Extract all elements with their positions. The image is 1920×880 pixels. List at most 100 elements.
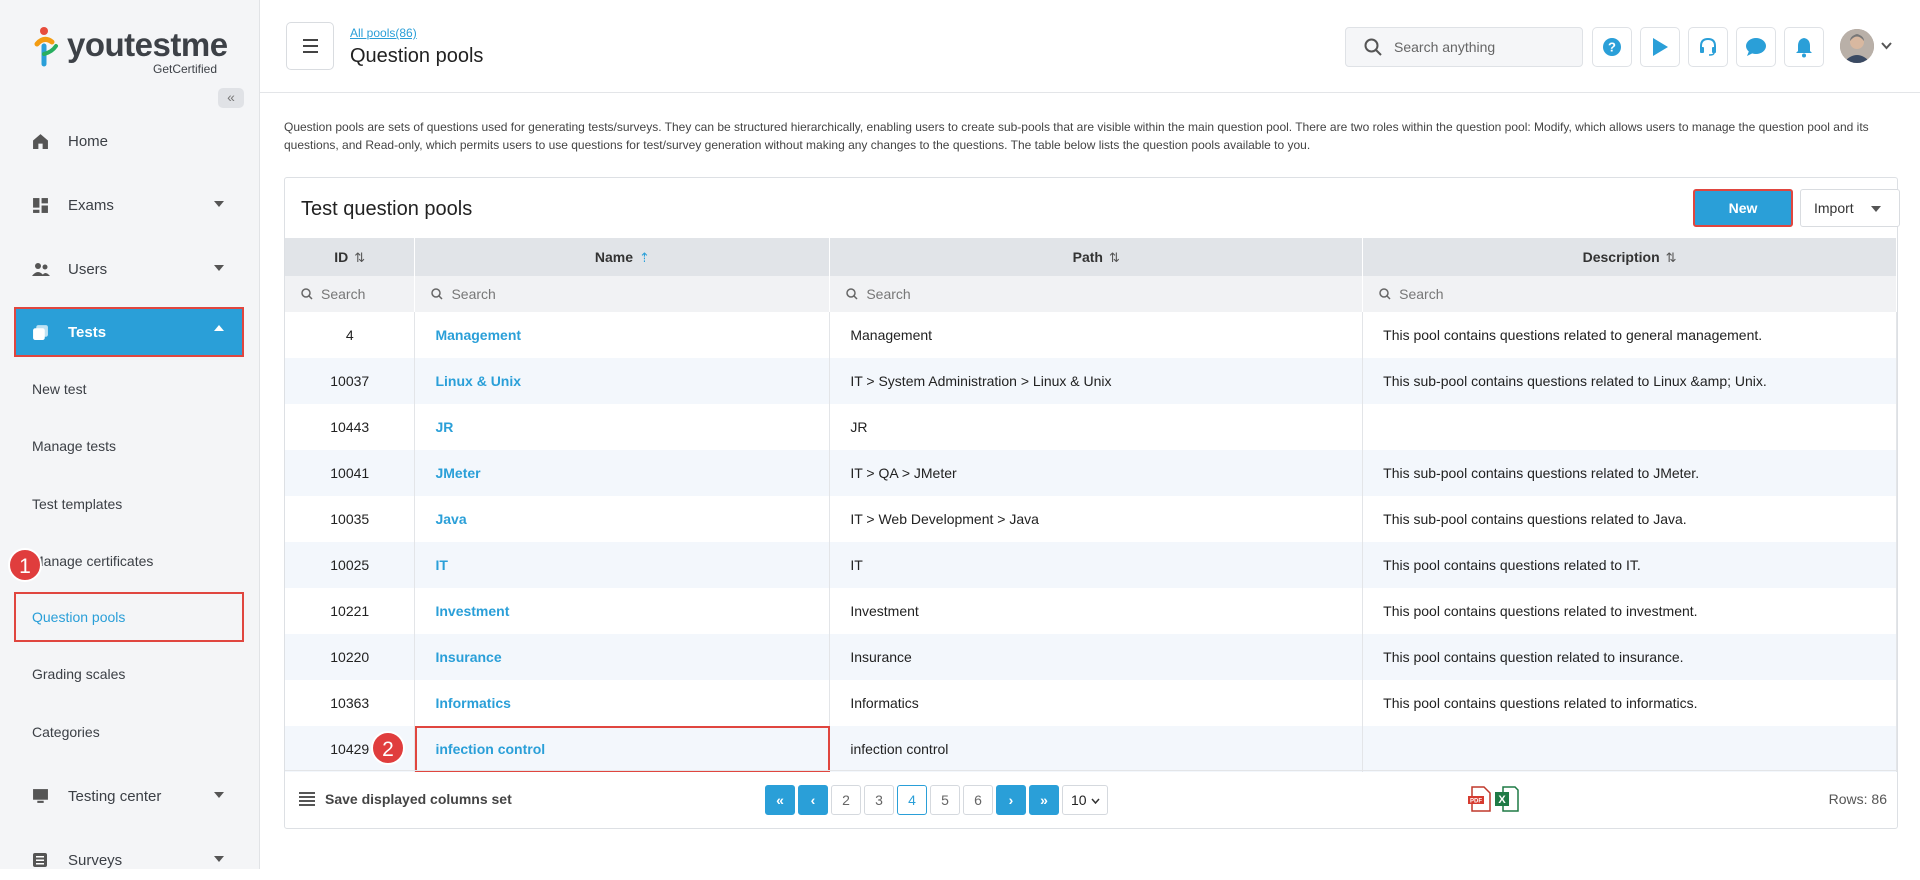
chevron-down-icon	[214, 792, 224, 798]
cell-name-link[interactable]: JMeter	[414, 450, 831, 496]
cell-path: IT > System Administration > Linux & Uni…	[829, 358, 1364, 404]
first-page-button[interactable]: «	[765, 785, 795, 815]
cell-path: Management	[829, 312, 1364, 358]
table-row: 10429 infection control infection control	[285, 726, 1897, 772]
chevron-right-icon: ›	[1008, 792, 1014, 808]
svg-text:X: X	[1498, 794, 1506, 806]
chat-button[interactable]	[1736, 27, 1776, 67]
nav-item-tests[interactable]: Tests	[14, 307, 244, 357]
save-columns-label: Save displayed columns set	[325, 791, 512, 807]
cell-name-link[interactable]: IT	[414, 542, 831, 588]
logo-subtitle: GetCertified	[153, 62, 218, 76]
breadcrumb-all-pools[interactable]: All pools(86)	[350, 26, 417, 40]
table-footer: Save displayed columns set « ‹ 2 3 4 5 6…	[285, 770, 1897, 829]
support-button[interactable]	[1688, 27, 1728, 67]
nav-item-exams[interactable]: Exams	[16, 185, 242, 225]
cell-name-link[interactable]: Insurance	[414, 634, 831, 680]
cell-name-link[interactable]: Informatics	[414, 680, 831, 726]
cell-description: This pool contains questions related to …	[1362, 312, 1897, 358]
column-header-path[interactable]: Path ⇅	[829, 238, 1364, 276]
play-tutorial-button[interactable]	[1640, 27, 1680, 67]
users-icon	[32, 262, 56, 277]
cell-id: 10035	[285, 496, 416, 542]
export-excel-button[interactable]: X	[1495, 786, 1519, 817]
table-row: 10221 Investment Investment This pool conta…	[285, 588, 1897, 634]
cell-path: Informatics	[829, 680, 1364, 726]
save-columns-set-button[interactable]: Save displayed columns set	[299, 791, 512, 807]
cell-description	[1362, 404, 1897, 450]
cell-name-link[interactable]: Management	[414, 312, 831, 358]
cell-id: 10443	[285, 404, 416, 450]
global-search-input[interactable]: Search anything	[1345, 27, 1583, 67]
next-page-button[interactable]: ›	[996, 785, 1026, 815]
nav-item-testing-center[interactable]: Testing center	[16, 776, 242, 816]
page-button[interactable]: 2	[831, 785, 861, 815]
column-header-name[interactable]: Name ⇡	[414, 238, 831, 276]
chevron-down-icon	[214, 201, 224, 207]
subnav-label: Question pools	[32, 609, 126, 625]
cell-name-link-highlighted[interactable]: infection control	[414, 726, 831, 772]
logo-mark-icon	[34, 27, 58, 67]
cell-name-link[interactable]: Linux & Unix	[414, 358, 831, 404]
import-button[interactable]: Import	[1800, 189, 1900, 227]
column-label: Description	[1582, 248, 1660, 265]
subnav-manage-tests[interactable]: Manage tests	[16, 423, 242, 469]
page-button[interactable]: 3	[864, 785, 894, 815]
page-button[interactable]: 6	[963, 785, 993, 815]
table-row: 10363 Informatics Informatics This pool con…	[285, 680, 1897, 726]
export-pdf-button[interactable]: PDF	[1468, 786, 1492, 817]
main-content: Question pools are sets of questions use…	[260, 92, 1920, 869]
column-label: Name	[594, 248, 634, 265]
collapse-sidebar-button[interactable]: «	[218, 88, 244, 108]
cell-id: 10220	[285, 634, 416, 680]
nav-item-surveys[interactable]: Surveys	[16, 840, 242, 880]
column-header-id[interactable]: ID ⇅	[285, 238, 416, 276]
chevron-down-icon	[214, 265, 224, 271]
notifications-button[interactable]	[1784, 27, 1824, 67]
filter-id-input[interactable]: Search	[285, 276, 416, 312]
menu-toggle-button[interactable]	[286, 22, 334, 70]
cell-id: 10221	[285, 588, 416, 634]
cell-id: 10041	[285, 450, 416, 496]
table-row: 10443 JR JR	[285, 404, 1897, 450]
subnav-new-test[interactable]: New test	[16, 366, 242, 412]
page-button[interactable]: 5	[930, 785, 960, 815]
nav-item-home[interactable]: Home	[16, 121, 242, 161]
filter-placeholder: Search	[451, 286, 496, 302]
double-chevron-right-icon: »	[1040, 792, 1048, 808]
help-button[interactable]: ?	[1592, 27, 1632, 67]
subnav-manage-certificates[interactable]: Manage certificates	[16, 538, 242, 584]
nav-item-users[interactable]: Users	[16, 249, 242, 289]
chevron-down-icon[interactable]	[1881, 42, 1892, 50]
subnav-categories[interactable]: Categories	[16, 709, 242, 755]
filter-name-input[interactable]: Search	[414, 276, 831, 312]
subnav-label: Manage tests	[32, 438, 117, 454]
subnav-question-pools[interactable]: Question pools	[14, 592, 244, 642]
cell-name-link[interactable]: Investment	[414, 588, 831, 634]
cell-description: This sub-pool contains questions related…	[1362, 496, 1897, 542]
rows-per-page-select[interactable]: 10	[1062, 785, 1108, 815]
page-button-current[interactable]: 4	[897, 785, 927, 815]
subnav-test-templates[interactable]: Test templates	[16, 481, 242, 527]
filter-path-input[interactable]: Search	[829, 276, 1364, 312]
cell-name-link[interactable]: JR	[414, 404, 831, 450]
cell-path: IT > QA > JMeter	[829, 450, 1364, 496]
table-row: 10041 JMeter IT > QA > JMeter This sub-pool…	[285, 450, 1897, 496]
filter-description-input[interactable]: Search	[1362, 276, 1897, 312]
prev-page-button[interactable]: ‹	[798, 785, 828, 815]
last-page-button[interactable]: »	[1029, 785, 1059, 815]
headset-icon	[1700, 37, 1716, 56]
user-avatar[interactable]	[1840, 29, 1874, 63]
cell-description: This sub-pool contains questions related…	[1362, 450, 1897, 496]
cell-name-link[interactable]: Java	[414, 496, 831, 542]
question-pools-card: Test question pools New Import ID ⇅ Name ⇡…	[284, 177, 1900, 829]
pdf-icon: PDF	[1468, 786, 1491, 812]
cell-id: 10363	[285, 680, 416, 726]
subnav-label: Categories	[32, 724, 100, 740]
subnav-grading-scales[interactable]: Grading scales	[16, 651, 242, 697]
column-header-description[interactable]: Description ⇅	[1362, 238, 1897, 276]
new-pool-button[interactable]: New	[1693, 189, 1793, 227]
chat-icon	[1746, 38, 1766, 56]
cell-description: This pool contains question related to i…	[1362, 634, 1897, 680]
cell-description: This pool contains questions related to …	[1362, 588, 1897, 634]
